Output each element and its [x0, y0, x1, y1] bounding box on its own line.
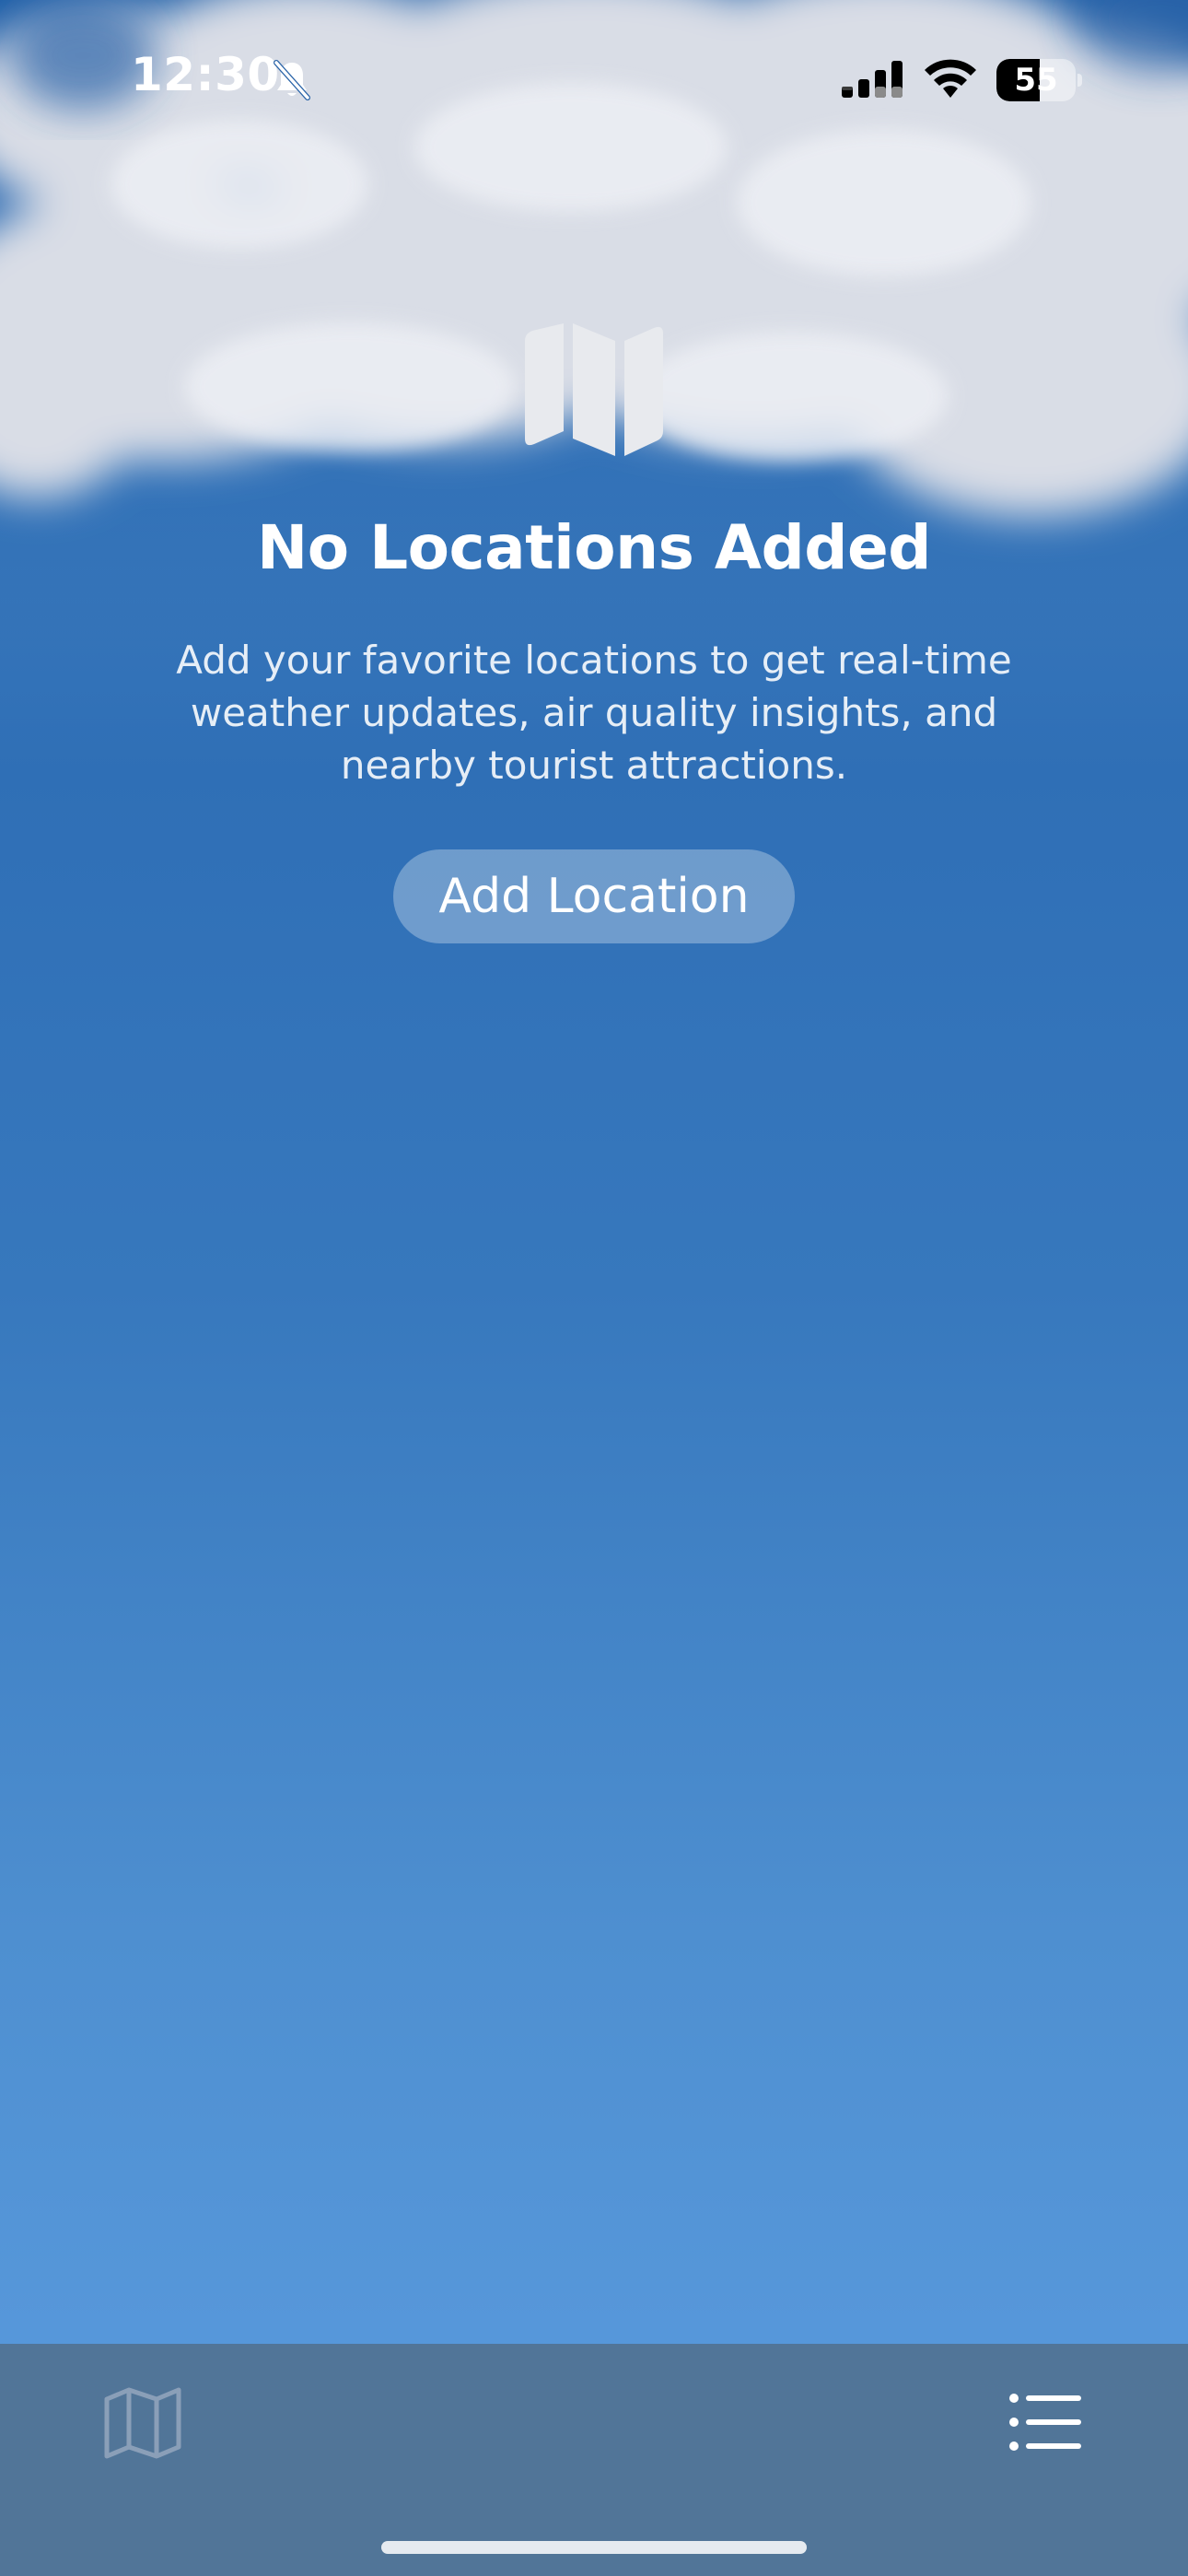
- add-location-button[interactable]: Add Location: [393, 849, 795, 943]
- battery-body: 55: [996, 59, 1076, 101]
- battery-tip: [1077, 74, 1082, 87]
- map-icon: [525, 323, 663, 456]
- cellular-signal-icon: [842, 61, 903, 98]
- battery-level: 55: [1014, 62, 1058, 99]
- status-time: 12:30: [131, 48, 280, 101]
- list-icon[interactable]: [1007, 2390, 1083, 2454]
- status-bar: 12:30 55: [0, 0, 1188, 166]
- bell-off-icon: [274, 60, 310, 100]
- empty-state-title: No Locations Added: [257, 512, 931, 583]
- home-indicator: [381, 2541, 807, 2554]
- wifi-icon: [925, 59, 976, 98]
- battery-indicator: 55: [996, 59, 1082, 101]
- empty-state-description: Add your favorite locations to get real-…: [176, 638, 1012, 788]
- map-icon[interactable]: [101, 2386, 184, 2460]
